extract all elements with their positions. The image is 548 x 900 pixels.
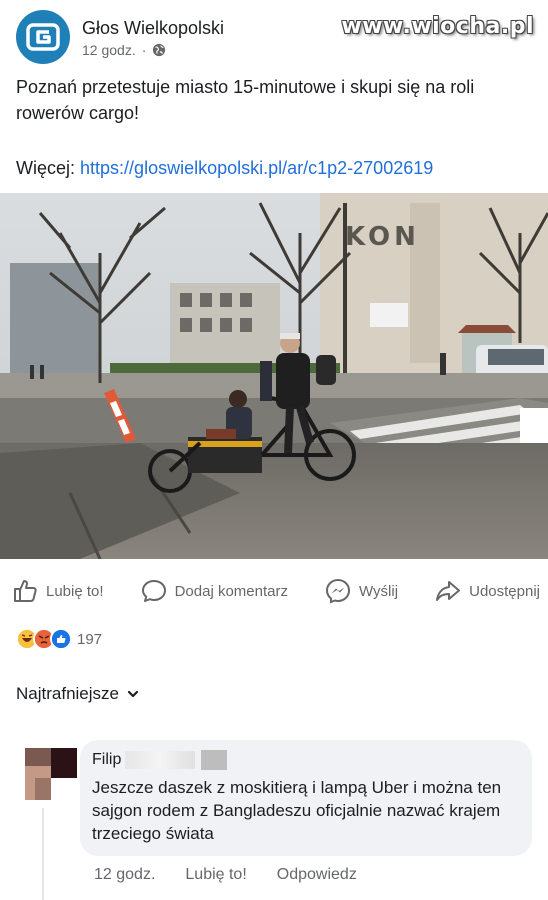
article-link[interactable]: https://gloswielkopolski.pl/ar/c1p2-2700… <box>80 158 433 178</box>
post-photo[interactable]: KON <box>0 193 548 559</box>
commenter-name-row[interactable]: Filip <box>92 748 520 772</box>
comment-bubble: Filip Jeszcze daszek z moskitierą i lamp… <box>80 740 532 856</box>
more-line: Więcej: https://gloswielkopolski.pl/ar/c… <box>16 158 433 179</box>
share-button[interactable]: Udostępnij <box>435 578 540 604</box>
like-reaction-icon <box>50 628 72 650</box>
name-redaction-block <box>201 750 228 770</box>
chevron-down-icon <box>127 690 139 698</box>
comment-reply-link[interactable]: Odpowiedz <box>277 866 357 884</box>
like-button[interactable]: Lubię to! <box>12 578 104 604</box>
thread-line <box>42 808 44 900</box>
building-sign: KON <box>345 222 420 252</box>
meta-separator: · <box>141 42 147 58</box>
reaction-count: 197 <box>77 630 103 648</box>
reactions-summary[interactable]: 197 <box>16 628 102 650</box>
comment-time[interactable]: 12 godz. <box>94 866 155 884</box>
street-scene-image: KON <box>0 193 548 559</box>
more-label: Więcej: <box>16 158 76 178</box>
thumbs-up-icon <box>14 580 37 602</box>
watermark: www.wiocha.pl <box>341 14 534 39</box>
comment-button[interactable]: Dodaj komentarz <box>141 578 288 604</box>
commenter-name[interactable]: Filip <box>92 751 121 769</box>
post-meta: 12 godz. · <box>82 42 224 58</box>
comment-icon <box>141 580 166 602</box>
commenter-avatar[interactable] <box>25 748 77 800</box>
page-name[interactable]: Głos Wielkopolski <box>82 16 224 40</box>
post-time[interactable]: 12 godz. <box>82 42 136 58</box>
messenger-icon <box>326 578 351 604</box>
logo-icon <box>26 23 60 51</box>
comment-actions: 12 godz. Lubię to! Odpowiedz <box>94 866 357 884</box>
post-text: Poznań przetestuje miasto 15-minutowe i … <box>16 77 475 123</box>
post-action-bar: Lubię to! Dodaj komentarz Wyślij Udostęp… <box>12 578 540 604</box>
like-label: Lubię to! <box>46 582 104 600</box>
comment-label: Dodaj komentarz <box>174 582 288 600</box>
sort-label: Najtrafniejsze <box>16 684 119 703</box>
share-icon <box>436 581 461 601</box>
send-button[interactable]: Wyślij <box>325 578 398 604</box>
post-header: Głos Wielkopolski 12 godz. · <box>16 10 224 64</box>
send-label: Wyślij <box>359 582 399 600</box>
name-redaction <box>125 751 196 769</box>
comment-sort-dropdown[interactable]: Najtrafniejsze <box>16 684 139 704</box>
globe-icon <box>153 43 166 57</box>
share-label: Udostępnij <box>469 582 540 600</box>
comment-text: Jeszcze daszek z moskitierą i lampą Uber… <box>92 778 502 843</box>
comment-like-link[interactable]: Lubię to! <box>185 866 246 884</box>
page-avatar[interactable] <box>16 10 70 64</box>
